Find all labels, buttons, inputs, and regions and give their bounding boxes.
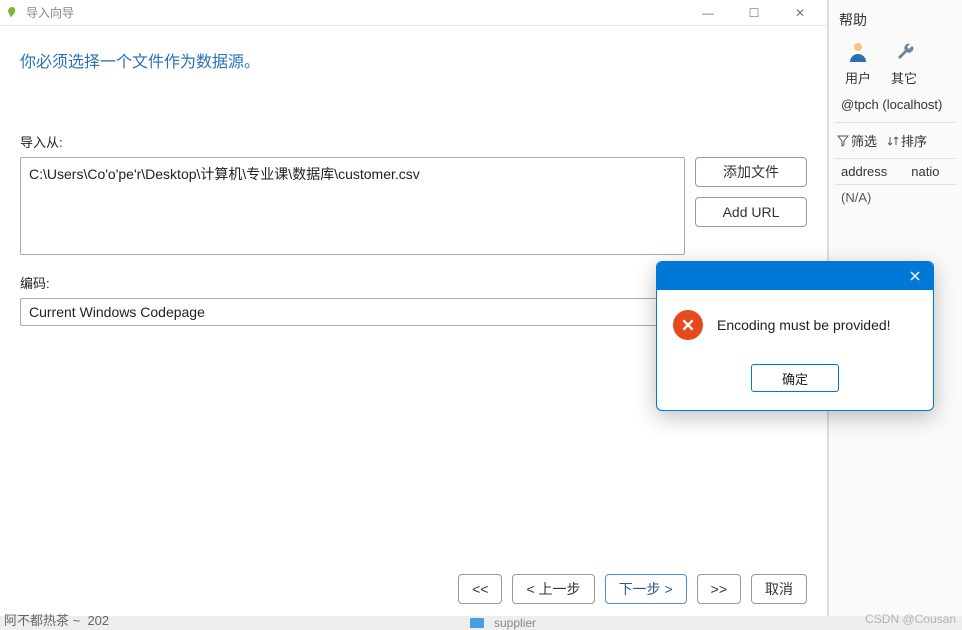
other-tool[interactable]: 其它: [891, 40, 917, 87]
col-address[interactable]: address: [841, 164, 887, 179]
nav-cancel-button[interactable]: 取消: [751, 574, 807, 604]
dialog-close-button[interactable]: [905, 266, 925, 286]
table-cell-na: (N/A): [835, 185, 956, 210]
col-nation[interactable]: natio: [911, 164, 939, 179]
instruction-text: 你必须选择一个文件作为数据源。: [20, 48, 807, 72]
maximize-button[interactable]: ☐: [731, 0, 777, 26]
error-message: Encoding must be provided!: [717, 317, 891, 333]
nav-prev-button[interactable]: < 上一步: [512, 574, 594, 604]
dialog-titlebar: [657, 262, 933, 290]
footer-strip: supplier: [0, 616, 962, 630]
host-label: @tpch (localhost): [835, 97, 956, 112]
watermark: CSDN @Cousan: [865, 612, 956, 626]
supplier-label: supplier: [494, 616, 536, 630]
window-title: 导入向导: [26, 4, 74, 21]
nav-last-button[interactable]: >>: [697, 574, 741, 604]
file-list[interactable]: C:\Users\Co'o'pe'r\Desktop\计算机\专业课\数据库\c…: [20, 157, 685, 255]
sort-icon: [887, 135, 899, 147]
add-url-button[interactable]: Add URL: [695, 197, 807, 227]
app-icon: [4, 5, 20, 21]
add-file-button[interactable]: 添加文件: [695, 157, 807, 187]
wizard-nav: << < 上一步 下一步 > >> 取消: [0, 560, 827, 618]
wrench-icon: [892, 40, 916, 64]
dialog-ok-button[interactable]: 确定: [751, 364, 839, 392]
help-menu[interactable]: 帮助: [835, 10, 956, 30]
table-header: address natio: [835, 158, 956, 185]
file-path-item[interactable]: C:\Users\Co'o'pe'r\Desktop\计算机\专业课\数据库\c…: [29, 164, 676, 184]
nav-first-button[interactable]: <<: [458, 574, 502, 604]
sort-button[interactable]: 排序: [887, 131, 927, 150]
minimize-button[interactable]: —: [685, 0, 731, 26]
encoding-value: Current Windows Codepage: [29, 304, 205, 320]
titlebar: 导入向导 — ☐ ✕: [0, 0, 827, 26]
user-icon: [846, 40, 870, 64]
import-from-label: 导入从:: [20, 132, 807, 151]
error-icon: [673, 310, 703, 340]
folder-icon: [470, 618, 484, 628]
filter-button[interactable]: 筛选: [837, 131, 877, 150]
error-dialog: Encoding must be provided! 确定: [656, 261, 934, 411]
close-icon: [909, 270, 921, 282]
user-tool[interactable]: 用户: [845, 40, 871, 87]
close-button[interactable]: ✕: [777, 0, 823, 26]
filter-icon: [837, 135, 849, 147]
nav-next-button[interactable]: 下一步 >: [605, 574, 687, 604]
bottom-truncated: 阿不都热茶 ~ 202: [4, 610, 109, 629]
